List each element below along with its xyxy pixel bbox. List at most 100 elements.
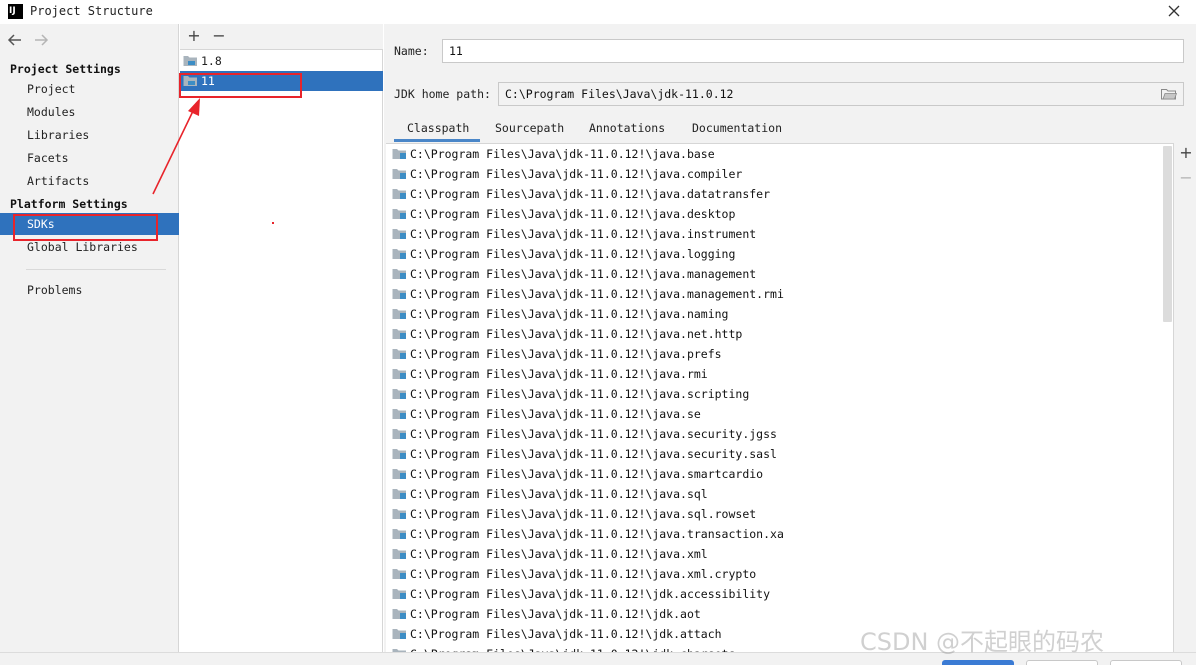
cancel-button[interactable]	[1026, 660, 1098, 665]
classpath-row[interactable]: C:\Program Files\Java\jdk-11.0.12!\java.…	[386, 364, 1161, 384]
classpath-row[interactable]: C:\Program Files\Java\jdk-11.0.12!\java.…	[386, 344, 1161, 364]
classpath-entry: C:\Program Files\Java\jdk-11.0.12!\java.…	[410, 427, 777, 441]
name-label: Name:	[394, 44, 429, 58]
classpath-row[interactable]: C:\Program Files\Java\jdk-11.0.12!\java.…	[386, 424, 1161, 444]
jar-folder-icon	[392, 489, 406, 499]
jdk-home-label: JDK home path:	[394, 87, 491, 101]
jar-folder-icon	[392, 369, 406, 379]
jar-folder-icon	[392, 309, 406, 319]
classpath-row[interactable]: C:\Program Files\Java\jdk-11.0.12!\java.…	[386, 444, 1161, 464]
close-icon[interactable]	[1166, 3, 1182, 19]
project-settings-heading: Project Settings	[10, 62, 121, 76]
classpath-row[interactable]: C:\Program Files\Java\jdk-11.0.12!\java.…	[386, 484, 1161, 504]
browse-folder-icon[interactable]	[1161, 88, 1177, 100]
sidebar-item-artifacts[interactable]: Artifacts	[0, 170, 179, 192]
back-arrow-icon[interactable]	[6, 32, 24, 48]
jar-folder-icon	[392, 349, 406, 359]
jar-folder-icon	[392, 549, 406, 559]
classpath-entry: C:\Program Files\Java\jdk-11.0.12!\java.…	[410, 387, 750, 401]
jar-folder-icon	[392, 289, 406, 299]
annotation-highlight-jdk11	[179, 73, 302, 98]
classpath-entry: C:\Program Files\Java\jdk-11.0.12!\java.…	[410, 507, 757, 521]
classpath-entry: C:\Program Files\Java\jdk-11.0.12!\java.…	[410, 147, 715, 161]
jdk-folder-icon	[183, 56, 197, 66]
add-classpath-button[interactable]: +	[1178, 145, 1194, 161]
classpath-entry: C:\Program Files\Java\jdk-11.0.12!\jdk.a…	[410, 627, 722, 641]
remove-classpath-button[interactable]: −	[1178, 170, 1194, 186]
classpath-row[interactable]: C:\Program Files\Java\jdk-11.0.12!\java.…	[386, 224, 1161, 244]
watermark: CSDN @不起眼的码农	[860, 628, 1105, 656]
classpath-entry: C:\Program Files\Java\jdk-11.0.12!\java.…	[410, 347, 722, 361]
apply-button[interactable]	[1110, 660, 1182, 665]
sdk-details-panel: Name: 11 JDK home path: C:\Program Files…	[384, 24, 1196, 665]
classpath-scrollbar[interactable]	[1163, 146, 1172, 322]
sdk-list-panel: + − 1.8 11	[180, 24, 383, 665]
jar-folder-icon	[392, 449, 406, 459]
classpath-row[interactable]: C:\Program Files\Java\jdk-11.0.12!\java.…	[386, 144, 1161, 164]
classpath-entry: C:\Program Files\Java\jdk-11.0.12!\java.…	[410, 307, 729, 321]
jdk-home-path-field[interactable]: C:\Program Files\Java\jdk-11.0.12	[498, 82, 1184, 106]
classpath-row[interactable]: C:\Program Files\Java\jdk-11.0.12!\java.…	[386, 384, 1161, 404]
intellij-app-icon: IJ	[8, 4, 23, 19]
classpath-row[interactable]: C:\Program Files\Java\jdk-11.0.12!\jdk.a…	[386, 584, 1161, 604]
classpath-list[interactable]: C:\Program Files\Java\jdk-11.0.12!\java.…	[386, 143, 1174, 665]
jar-folder-icon	[392, 389, 406, 399]
sidebar-item-libraries[interactable]: Libraries	[0, 124, 179, 146]
sdk-list-item[interactable]: 1.8	[180, 51, 383, 71]
classpath-row[interactable]: C:\Program Files\Java\jdk-11.0.12!\java.…	[386, 184, 1161, 204]
classpath-entry: C:\Program Files\Java\jdk-11.0.12!\jdk.a…	[410, 587, 771, 601]
jar-folder-icon	[392, 469, 406, 479]
sdk-name-field[interactable]: 11	[442, 39, 1184, 63]
classpath-row[interactable]: C:\Program Files\Java\jdk-11.0.12!\java.…	[386, 564, 1161, 584]
classpath-row[interactable]: C:\Program Files\Java\jdk-11.0.12!\java.…	[386, 544, 1161, 564]
remove-sdk-button[interactable]: −	[211, 28, 227, 44]
classpath-row[interactable]: C:\Program Files\Java\jdk-11.0.12!\jdk.a…	[386, 604, 1161, 624]
platform-settings-heading: Platform Settings	[10, 197, 128, 211]
classpath-row[interactable]: C:\Program Files\Java\jdk-11.0.12!\java.…	[386, 284, 1161, 304]
classpath-entry: C:\Program Files\Java\jdk-11.0.12!\java.…	[410, 167, 743, 181]
sidebar-item-problems[interactable]: Problems	[0, 279, 179, 301]
add-sdk-button[interactable]: +	[186, 28, 202, 44]
classpath-row[interactable]: C:\Program Files\Java\jdk-11.0.12!\java.…	[386, 524, 1161, 544]
sdk-list-toolbar: + −	[180, 24, 383, 50]
annotation-highlight-sdks	[13, 214, 158, 241]
classpath-row[interactable]: C:\Program Files\Java\jdk-11.0.12!\java.…	[386, 204, 1161, 224]
classpath-row[interactable]: C:\Program Files\Java\jdk-11.0.12!\java.…	[386, 404, 1161, 424]
classpath-row[interactable]: C:\Program Files\Java\jdk-11.0.12!\java.…	[386, 304, 1161, 324]
classpath-row[interactable]: C:\Program Files\Java\jdk-11.0.12!\java.…	[386, 324, 1161, 344]
sidebar-divider	[26, 269, 166, 270]
jar-folder-icon	[392, 529, 406, 539]
classpath-row[interactable]: C:\Program Files\Java\jdk-11.0.12!\java.…	[386, 504, 1161, 524]
tab-annotations[interactable]: Annotations	[589, 116, 665, 142]
forward-arrow-icon[interactable]	[32, 32, 50, 48]
classpath-entry: C:\Program Files\Java\jdk-11.0.12!\java.…	[410, 567, 757, 581]
tab-classpath[interactable]: Classpath	[394, 116, 480, 142]
ok-button[interactable]	[942, 660, 1014, 665]
tab-documentation-paths[interactable]: Documentation Paths	[692, 116, 782, 159]
classpath-entry: C:\Program Files\Java\jdk-11.0.12!\jdk.a…	[410, 607, 701, 621]
annotation-dot	[272, 222, 274, 224]
title-bar: IJ Project Structure	[0, 0, 1196, 24]
classpath-entry: C:\Program Files\Java\jdk-11.0.12!\java.…	[410, 187, 771, 201]
classpath-row[interactable]: C:\Program Files\Java\jdk-11.0.12!\java.…	[386, 464, 1161, 484]
classpath-entry: C:\Program Files\Java\jdk-11.0.12!\java.…	[410, 327, 743, 341]
classpath-entry: C:\Program Files\Java\jdk-11.0.12!\java.…	[410, 287, 784, 301]
classpath-row[interactable]: C:\Program Files\Java\jdk-11.0.12!\java.…	[386, 164, 1161, 184]
classpath-entry: C:\Program Files\Java\jdk-11.0.12!\java.…	[410, 207, 736, 221]
jar-folder-icon	[392, 149, 406, 159]
tab-sourcepath[interactable]: Sourcepath	[495, 116, 564, 142]
sidebar-item-facets[interactable]: Facets	[0, 147, 179, 169]
jar-folder-icon	[392, 209, 406, 219]
jar-folder-icon	[392, 509, 406, 519]
classpath-row[interactable]: C:\Program Files\Java\jdk-11.0.12!\java.…	[386, 264, 1161, 284]
classpath-row[interactable]: C:\Program Files\Java\jdk-11.0.12!\java.…	[386, 244, 1161, 264]
window-title: Project Structure	[30, 4, 153, 18]
sidebar-item-modules[interactable]: Modules	[0, 101, 179, 123]
jar-folder-icon	[392, 629, 406, 639]
jar-folder-icon	[392, 609, 406, 619]
classpath-entry: C:\Program Files\Java\jdk-11.0.12!\java.…	[410, 467, 764, 481]
settings-sidebar: Project Settings Project Modules Librari…	[0, 24, 179, 665]
jar-folder-icon	[392, 589, 406, 599]
sidebar-item-project[interactable]: Project	[0, 78, 179, 100]
classpath-entry: C:\Program Files\Java\jdk-11.0.12!\java.…	[410, 407, 701, 421]
